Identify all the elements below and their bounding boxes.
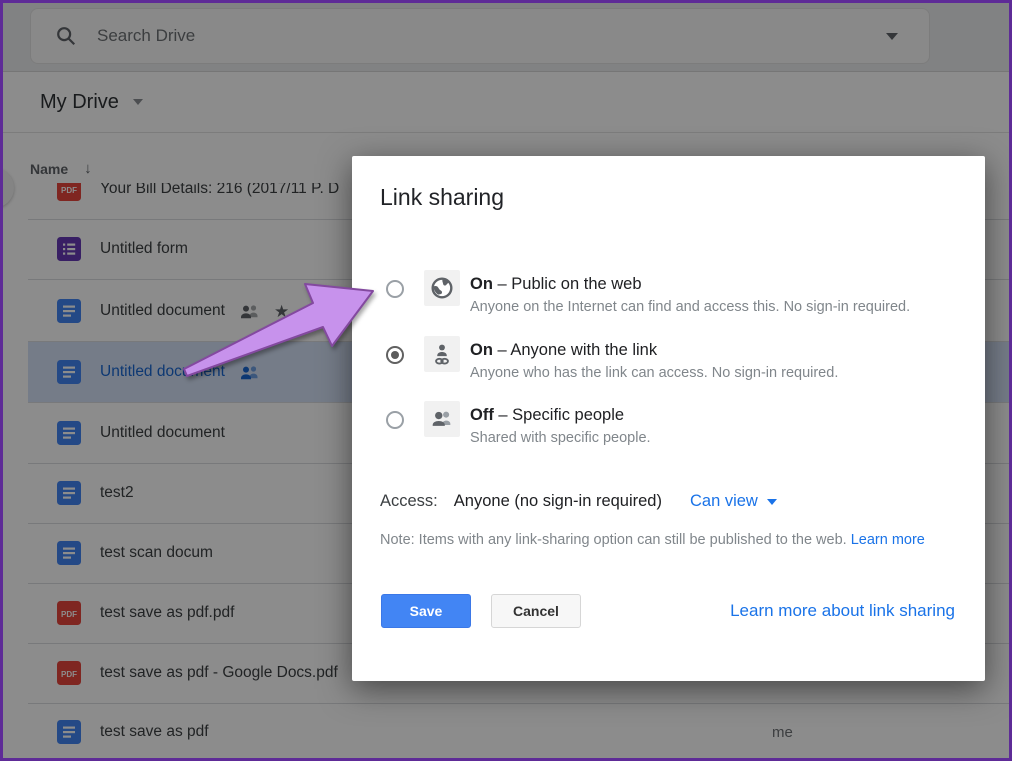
radio-public-on-web[interactable] xyxy=(386,280,404,298)
access-value: Anyone (no sign-in required) xyxy=(454,492,662,511)
option-text: On – Public on the web Anyone on the Int… xyxy=(470,275,910,315)
option-public-on-web[interactable]: On – Public on the web Anyone on the Int… xyxy=(386,275,965,337)
save-button[interactable]: Save xyxy=(381,594,471,628)
dialog-title: Link sharing xyxy=(380,184,504,211)
dialog-footer: Save Cancel Learn more about link sharin… xyxy=(381,594,955,628)
cancel-button[interactable]: Cancel xyxy=(491,594,581,628)
radio-specific-people[interactable] xyxy=(386,411,404,429)
option-anyone-with-link[interactable]: On – Anyone with the link Anyone who has… xyxy=(386,341,965,403)
learn-more-about-link-sharing-link[interactable]: Learn more about link sharing xyxy=(730,601,955,621)
drive-window: Search Drive My Drive Name ↓ PDF Your Bi… xyxy=(0,0,1012,761)
chevron-down-icon xyxy=(767,499,777,505)
radio-anyone-with-link[interactable] xyxy=(386,346,404,364)
link-sharing-dialog: Link sharing On – Public on the web Anyo… xyxy=(352,156,985,681)
access-row: Access: Anyone (no sign-in required) Can… xyxy=(380,492,777,511)
globe-icon xyxy=(424,270,460,306)
learn-more-link[interactable]: Learn more xyxy=(851,532,925,548)
option-text: On – Anyone with the link Anyone who has… xyxy=(470,341,838,381)
option-specific-people[interactable]: Off – Specific people Shared with specif… xyxy=(386,406,965,468)
can-view-dropdown[interactable]: Can view xyxy=(690,492,777,511)
person-link-icon xyxy=(424,336,460,372)
option-text: Off – Specific people Shared with specif… xyxy=(470,406,651,446)
people-icon xyxy=(424,401,460,437)
access-label: Access: xyxy=(380,492,438,511)
note-text: Note: Items with any link-sharing option… xyxy=(380,532,925,548)
